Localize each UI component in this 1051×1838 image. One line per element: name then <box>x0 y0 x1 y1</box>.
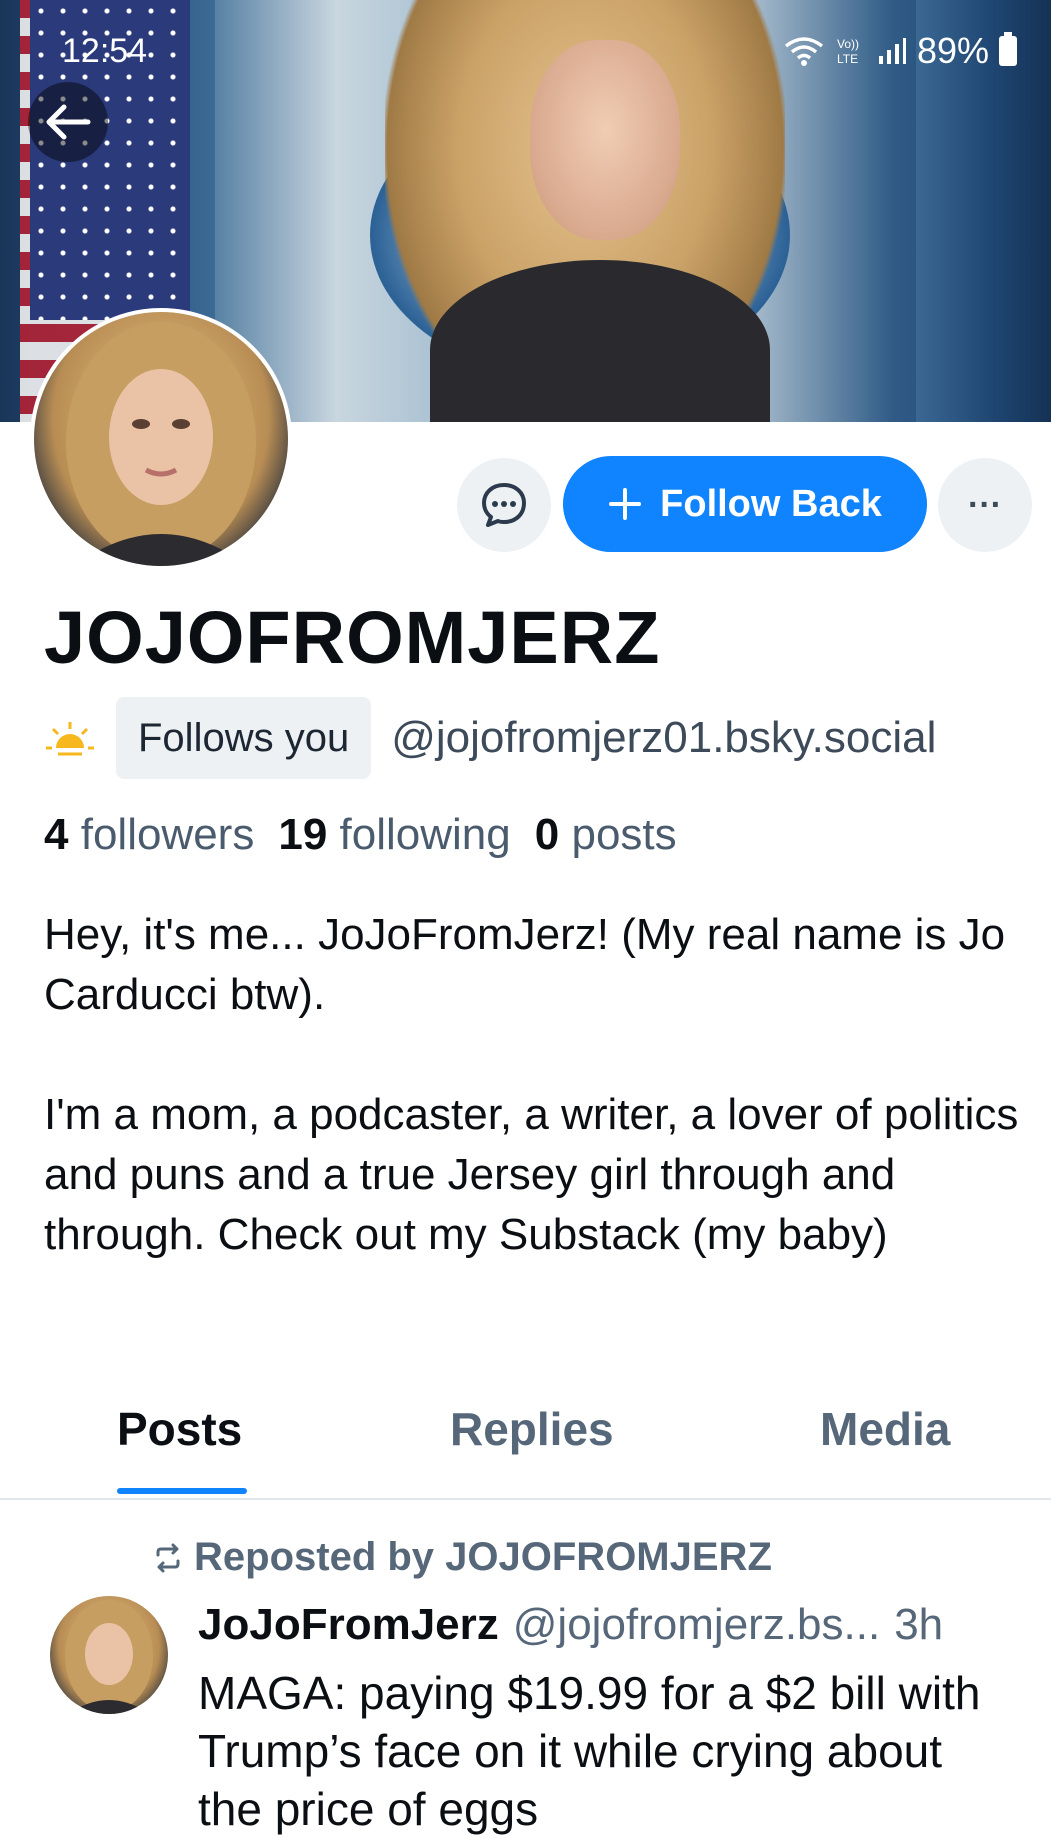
post-text[interactable]: MAGA: paying $19.99 for a $2 bill with T… <box>198 1664 1018 1838</box>
sun-icon <box>46 722 94 756</box>
more-options-button[interactable]: ··· <box>938 458 1032 552</box>
tab-media[interactable]: Media <box>820 1402 950 1456</box>
posts-stat: 0 posts <box>535 810 677 860</box>
profile-tabs: Posts Replies Media <box>0 1382 1051 1500</box>
message-button[interactable] <box>457 458 551 552</box>
wifi-icon <box>784 37 824 66</box>
repost-label: Reposted by JOJOFROMJERZ <box>194 1535 772 1579</box>
followers-count: 4 <box>44 810 69 859</box>
tab-posts[interactable]: Posts <box>117 1402 242 1456</box>
followers-label: followers <box>80 810 255 859</box>
following-stat[interactable]: 19 following <box>278 810 510 860</box>
posts-label: posts <box>571 810 677 859</box>
following-label: following <box>339 810 511 859</box>
signal-icon <box>878 38 906 64</box>
bio-paragraph: I'm a mom, a podcaster, a writer, a love… <box>44 1090 1019 1259</box>
follow-back-button[interactable]: Follow Back <box>563 456 927 552</box>
svg-text:Vo)): Vo)) <box>837 37 859 51</box>
volte-icon: Vo)) LTE <box>837 37 859 66</box>
profile-meta-row: Follows you @jojofromjerz01.bsky.social <box>44 696 936 780</box>
back-button[interactable] <box>28 82 108 162</box>
plus-icon <box>609 488 642 520</box>
battery-icon <box>999 32 1017 66</box>
repost-indicator[interactable]: Reposted by JOJOFROMJERZ <box>152 1535 772 1580</box>
follow-back-label: Follow Back <box>660 482 882 525</box>
svg-text:LTE: LTE <box>837 52 858 66</box>
post-author-name[interactable]: JoJoFromJerz <box>198 1600 499 1650</box>
post-author-handle[interactable]: @jojofromjerz.bs... <box>513 1600 880 1650</box>
chat-bubble-icon <box>482 483 526 527</box>
follows-you-badge: Follows you <box>116 697 372 779</box>
battery-percent: 89% <box>916 30 989 71</box>
post-author-avatar[interactable] <box>50 1596 168 1714</box>
more-options-label: ··· <box>968 485 1002 524</box>
posts-count: 0 <box>534 810 560 859</box>
profile-avatar[interactable] <box>30 308 292 570</box>
profile-stats: 4 followers 19 following 0 posts <box>44 810 677 860</box>
tab-replies[interactable]: Replies <box>450 1402 614 1456</box>
active-tab-indicator <box>117 1488 247 1494</box>
repost-icon <box>156 1543 180 1572</box>
following-count: 19 <box>278 810 328 859</box>
post-timestamp: 3h <box>894 1600 944 1649</box>
profile-display-name: JOJOFROMJERZ <box>44 596 661 679</box>
arrow-left-icon <box>46 104 91 140</box>
profile-bio: Hey, it's me... JoJoFromJerz! (My real n… <box>44 905 1034 1265</box>
status-indicators: Vo)) LTE 89% <box>783 30 1017 72</box>
status-bar: 12:54 Vo)) LTE 89% <box>0 0 1051 100</box>
followers-stat[interactable]: 4 followers <box>44 810 254 860</box>
profile-handle[interactable]: @jojofromjerz01.bsky.social <box>391 713 936 763</box>
bio-paragraph: Hey, it's me... JoJoFromJerz! (My real n… <box>44 910 1006 1019</box>
avatar-portrait <box>66 322 256 566</box>
status-time: 12:54 <box>62 32 148 70</box>
post-avatar-portrait <box>65 1600 153 1714</box>
post-header: JoJoFromJerz @jojofromjerz.bs... 3h <box>198 1600 943 1650</box>
